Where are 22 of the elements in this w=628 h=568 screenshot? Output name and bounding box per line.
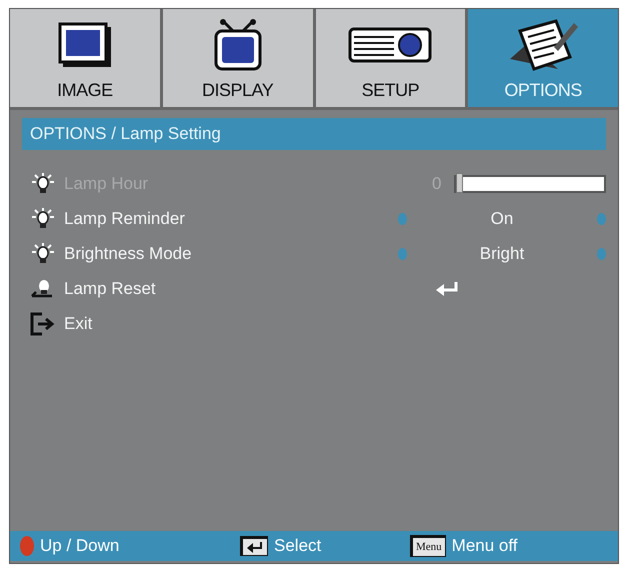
menu-tab[interactable]: DISPLAY <box>162 9 312 107</box>
bulb-icon <box>30 172 56 194</box>
menu-key: Menu <box>410 535 446 557</box>
bulb-icon <box>30 208 56 230</box>
enter-icon[interactable] <box>434 280 460 296</box>
option-value: Bright <box>478 244 526 264</box>
menu-tab[interactable]: OPTIONS <box>468 9 618 107</box>
hint-label: Select <box>274 536 322 556</box>
menu-item[interactable]: Brightness Mode <box>64 244 308 264</box>
menu-item[interactable]: Lamp Reset <box>64 278 344 298</box>
option-value: On <box>490 208 514 228</box>
exit-icon <box>30 312 56 336</box>
enter-key-icon <box>240 536 268 556</box>
section-heading: OPTIONS / Lamp Setting <box>22 118 606 150</box>
menu-item[interactable]: Exit <box>64 314 344 334</box>
menu-tab[interactable]: SETUP <box>316 9 466 107</box>
hint-label: Menu off <box>452 536 518 556</box>
up-down-icon <box>20 536 34 556</box>
hint-label: Up / Down <box>40 536 120 556</box>
bulb-icon <box>30 242 56 264</box>
menu-tab[interactable]: IMAGE <box>10 9 160 107</box>
menu-item[interactable]: Lamp Reminder <box>64 208 308 228</box>
